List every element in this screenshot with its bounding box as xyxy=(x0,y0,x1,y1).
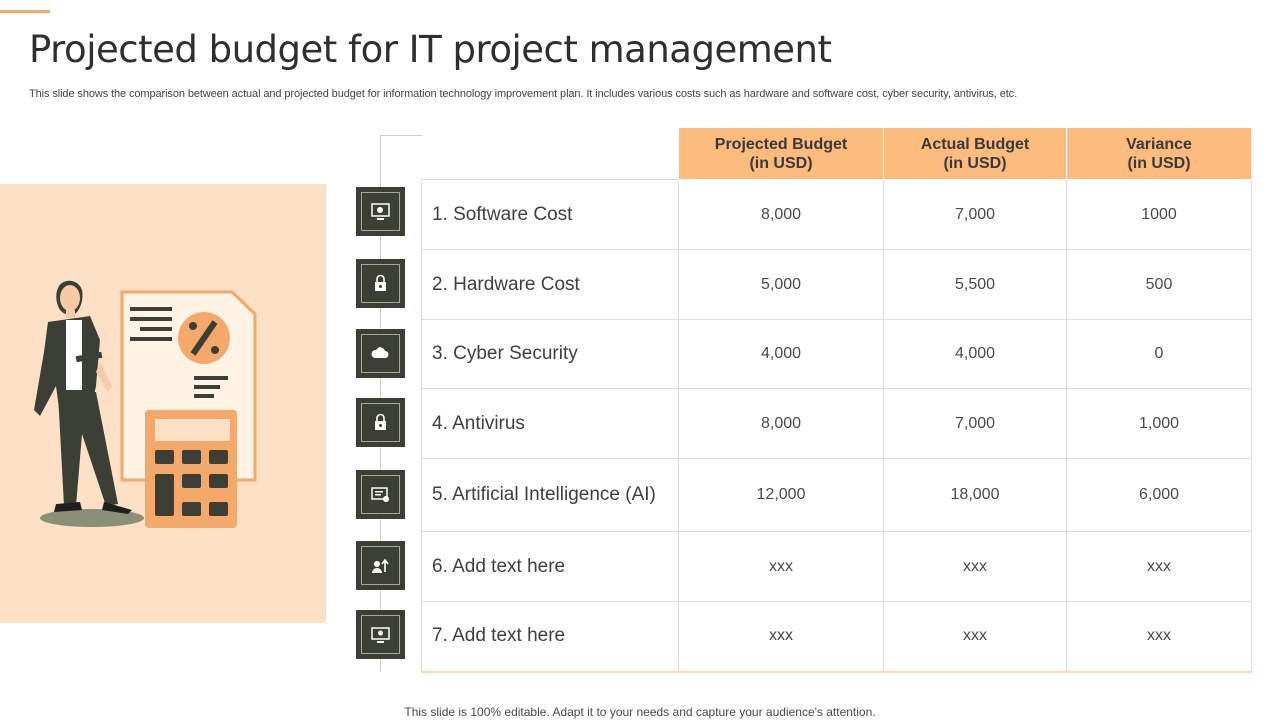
projected-value: xxx xyxy=(678,601,884,673)
budget-illustration xyxy=(34,280,257,528)
projected-value: 8,000 xyxy=(678,179,884,250)
budget-table: Projected Budget (in USD) Actual Budget (i… xyxy=(421,127,1252,673)
cloud-security-icon xyxy=(356,329,405,378)
percent-circle xyxy=(178,312,230,364)
lock-icon xyxy=(356,398,405,447)
table-header-row: Projected Budget (in USD) Actual Budget (i… xyxy=(421,127,1252,180)
actual-value: 18,000 xyxy=(883,458,1067,532)
projected-value: xxx xyxy=(678,531,884,602)
actual-value: 4,000 xyxy=(883,319,1067,389)
actual-value: 7,000 xyxy=(883,388,1067,459)
certificate-icon xyxy=(356,470,405,519)
variance-value: xxx xyxy=(1066,601,1252,673)
table-row: 3. Cyber Security 4,000 4,000 0 xyxy=(421,319,1252,389)
table-row: 5. Artificial Intelligence (AI) 12,000 1… xyxy=(421,458,1252,532)
variance-value: 1000 xyxy=(1066,179,1252,250)
footer-note: This slide is 100% editable. Adapt it to… xyxy=(404,705,876,719)
accent-line xyxy=(0,10,50,13)
lock-icon xyxy=(356,259,405,308)
projected-value: 8,000 xyxy=(678,388,884,459)
variance-value: 0 xyxy=(1066,319,1252,389)
row-label: 4. Antivirus xyxy=(421,388,679,459)
header-projected-budget: Projected Budget (in USD) xyxy=(678,127,884,180)
page-subtitle: This slide shows the comparison between … xyxy=(29,88,1018,100)
actual-value: 7,000 xyxy=(883,179,1067,250)
row-label: 6. Add text here xyxy=(421,531,679,602)
row-label: 1. Software Cost xyxy=(421,179,679,250)
table-row: 7. Add text here xxx xxx xxx xyxy=(421,601,1252,673)
variance-value: 500 xyxy=(1066,249,1252,320)
variance-value: xxx xyxy=(1066,531,1252,602)
projected-value: 5,000 xyxy=(678,249,884,320)
software-settings-icon xyxy=(356,187,405,236)
table-row: 1. Software Cost 8,000 7,000 1000 xyxy=(421,179,1252,250)
table-row: 6. Add text here xxx xxx xxx xyxy=(421,531,1252,602)
actual-value: 5,500 xyxy=(883,249,1067,320)
projected-value: 12,000 xyxy=(678,458,884,532)
header-blank-cell xyxy=(421,127,679,180)
table-row: 2. Hardware Cost 5,000 5,500 500 xyxy=(421,249,1252,320)
row-label: 7. Add text here xyxy=(421,601,679,673)
page-title: Projected budget for IT project manageme… xyxy=(29,28,832,71)
user-growth-icon xyxy=(356,541,405,590)
header-actual-budget: Actual Budget (in USD) xyxy=(883,127,1067,180)
monitor-idea-icon xyxy=(356,610,405,659)
calculator xyxy=(145,410,237,528)
row-label: 2. Hardware Cost xyxy=(421,249,679,320)
variance-value: 6,000 xyxy=(1066,458,1252,532)
variance-value: 1,000 xyxy=(1066,388,1252,459)
header-variance: Variance (in USD) xyxy=(1066,127,1252,180)
row-label: 5. Artificial Intelligence (AI) xyxy=(421,458,679,532)
table-row: 4. Antivirus 8,000 7,000 1,000 xyxy=(421,388,1252,459)
actual-value: xxx xyxy=(883,531,1067,602)
projected-value: 4,000 xyxy=(678,319,884,389)
row-label: 3. Cyber Security xyxy=(421,319,679,389)
actual-value: xxx xyxy=(883,601,1067,673)
